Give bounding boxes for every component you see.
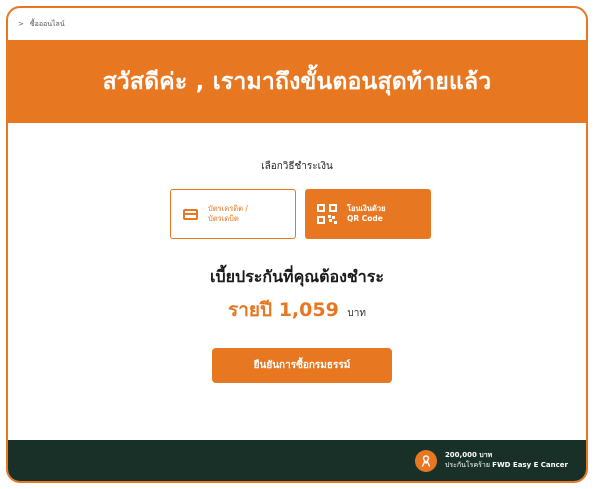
premium-amount-value: รายปี 1,059 [228, 299, 339, 321]
payment-option-card-label-line2: บัตรเดบิต [208, 214, 239, 223]
page-title: สวัสดีค่ะ , เรามาถึงขั้นตอนสุดท้ายแล้ว [102, 68, 492, 95]
payment-option-qr[interactable]: โอนเงินด้วย QR Code [305, 189, 431, 239]
credit-card-icon [183, 208, 198, 220]
chevron-right-icon: > [18, 20, 24, 28]
plan-coverage-amount: 200,000 บาท [444, 451, 493, 460]
plan-summary-text: 200,000 บาท ประกันโรคร้าย FWD Easy E Can… [445, 451, 568, 469]
payment-option-card-label: บัตรเครดิต / บัตรเดบิต [208, 204, 248, 224]
plan-name: FWD Easy E Cancer [492, 460, 568, 469]
payment-option-card[interactable]: บัตรเครดิต / บัตรเดบิต [170, 189, 296, 239]
checkout-frame: > ซื้อออนไลน์ สวัสดีค่ะ , เรามาถึงขั้นตอ… [6, 6, 588, 483]
checkout-content: เลือกวิธีชำระเงิน บัตรเครดิต / บัตรเดบิต [8, 123, 586, 444]
confirm-purchase-button[interactable]: ยืนยันการซื้อกรมธรรม์ [212, 348, 392, 383]
qr-code-icon [317, 204, 337, 224]
payment-option-qr-label: โอนเงินด้วย QR Code [347, 204, 386, 224]
premium-amount-unit: บาท [347, 308, 366, 319]
payment-option-qr-label-line1: โอนเงินด้วย [347, 204, 386, 214]
plan-prefix: ประกันโรคร้าย [444, 460, 490, 469]
plan-summary-footer: 200,000 บาท ประกันโรคร้าย FWD Easy E Can… [8, 440, 586, 481]
breadcrumb-item[interactable]: ซื้อออนไลน์ [30, 19, 65, 30]
premium-amount: รายปี 1,059 บาท [8, 295, 586, 325]
payment-option-qr-label-line2: QR Code [347, 214, 383, 223]
breadcrumb: > ซื้อออนไลน์ [8, 8, 586, 40]
page-banner: สวัสดีค่ะ , เรามาถึงขั้นตอนสุดท้ายแล้ว [8, 40, 586, 123]
ribbon-icon [414, 449, 437, 472]
premium-heading: เบี้ยประกันที่คุณต้องชำระ [210, 267, 384, 286]
payment-option-card-label-line1: บัตรเครดิต / [208, 204, 248, 214]
payment-method-heading: เลือกวิธีชำระเงิน [261, 161, 333, 172]
plan-name-line: ประกันโรคร้าย FWD Easy E Cancer [445, 461, 568, 470]
